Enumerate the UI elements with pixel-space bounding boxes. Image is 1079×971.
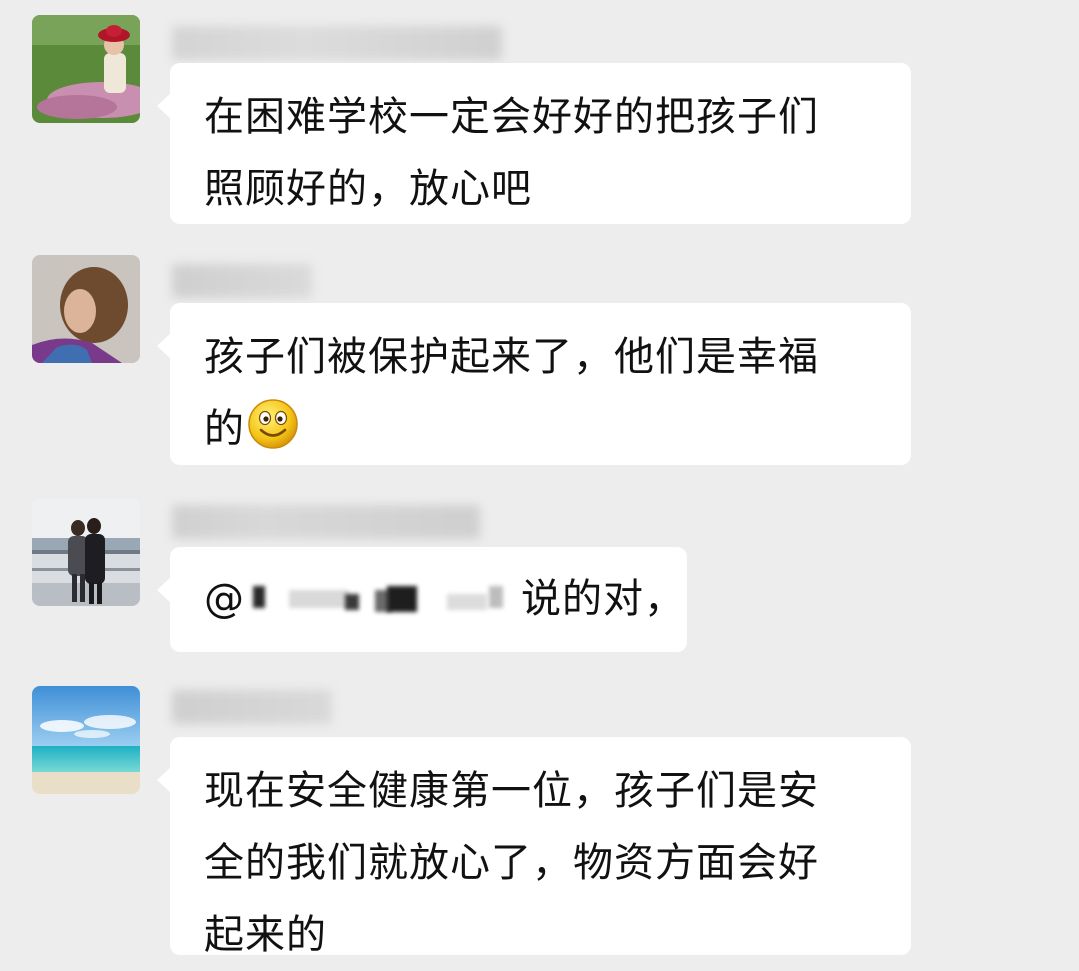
sender-name-blurred bbox=[172, 264, 312, 298]
message-text: 全的我们就放心了，物资方面会好 bbox=[204, 840, 819, 886]
message-text: 现在安全健康第一位，孩子们是安 bbox=[204, 768, 819, 814]
message-bubble[interactable]: 现在安全健康第一位，孩子们是安 全的我们就放心了，物资方面会好 起来的 bbox=[157, 737, 911, 958]
message-text-line: @ 说的对， bbox=[204, 563, 684, 635]
message-bubble[interactable]: 在困难学校一定会好好的把孩子们 照顾好的，放心吧 bbox=[157, 63, 911, 224]
woman-red-hat-avatar[interactable] bbox=[32, 15, 140, 123]
sender-name-blurred bbox=[172, 690, 332, 724]
message-bubble[interactable]: 孩子们被保护起来了，他们是幸福 的 bbox=[157, 303, 911, 465]
message-text: 照顾好的，放心吧 bbox=[204, 166, 532, 212]
sender-name-blurred bbox=[172, 505, 480, 539]
message-text: 说的对， bbox=[521, 576, 685, 622]
beach-sky-avatar[interactable] bbox=[32, 686, 140, 794]
message-bubble[interactable]: @ 说的对， bbox=[157, 547, 687, 652]
message-text-line: 的 bbox=[204, 393, 881, 473]
woman-short-hair-avatar[interactable] bbox=[32, 255, 140, 363]
sender-name-blurred bbox=[172, 26, 502, 60]
message-text: 的 bbox=[204, 406, 245, 452]
smile-emoji-icon bbox=[247, 398, 299, 473]
message-text: 在困难学校一定会好好的把孩子们 bbox=[204, 94, 819, 140]
mentioned-user-blurred[interactable] bbox=[249, 580, 511, 620]
message-text: 起来的 bbox=[204, 912, 327, 958]
mention-prefix: @ bbox=[204, 576, 245, 622]
message-text: 孩子们被保护起来了，他们是幸福 bbox=[204, 334, 819, 380]
couple-waterfront-avatar[interactable] bbox=[32, 498, 140, 606]
